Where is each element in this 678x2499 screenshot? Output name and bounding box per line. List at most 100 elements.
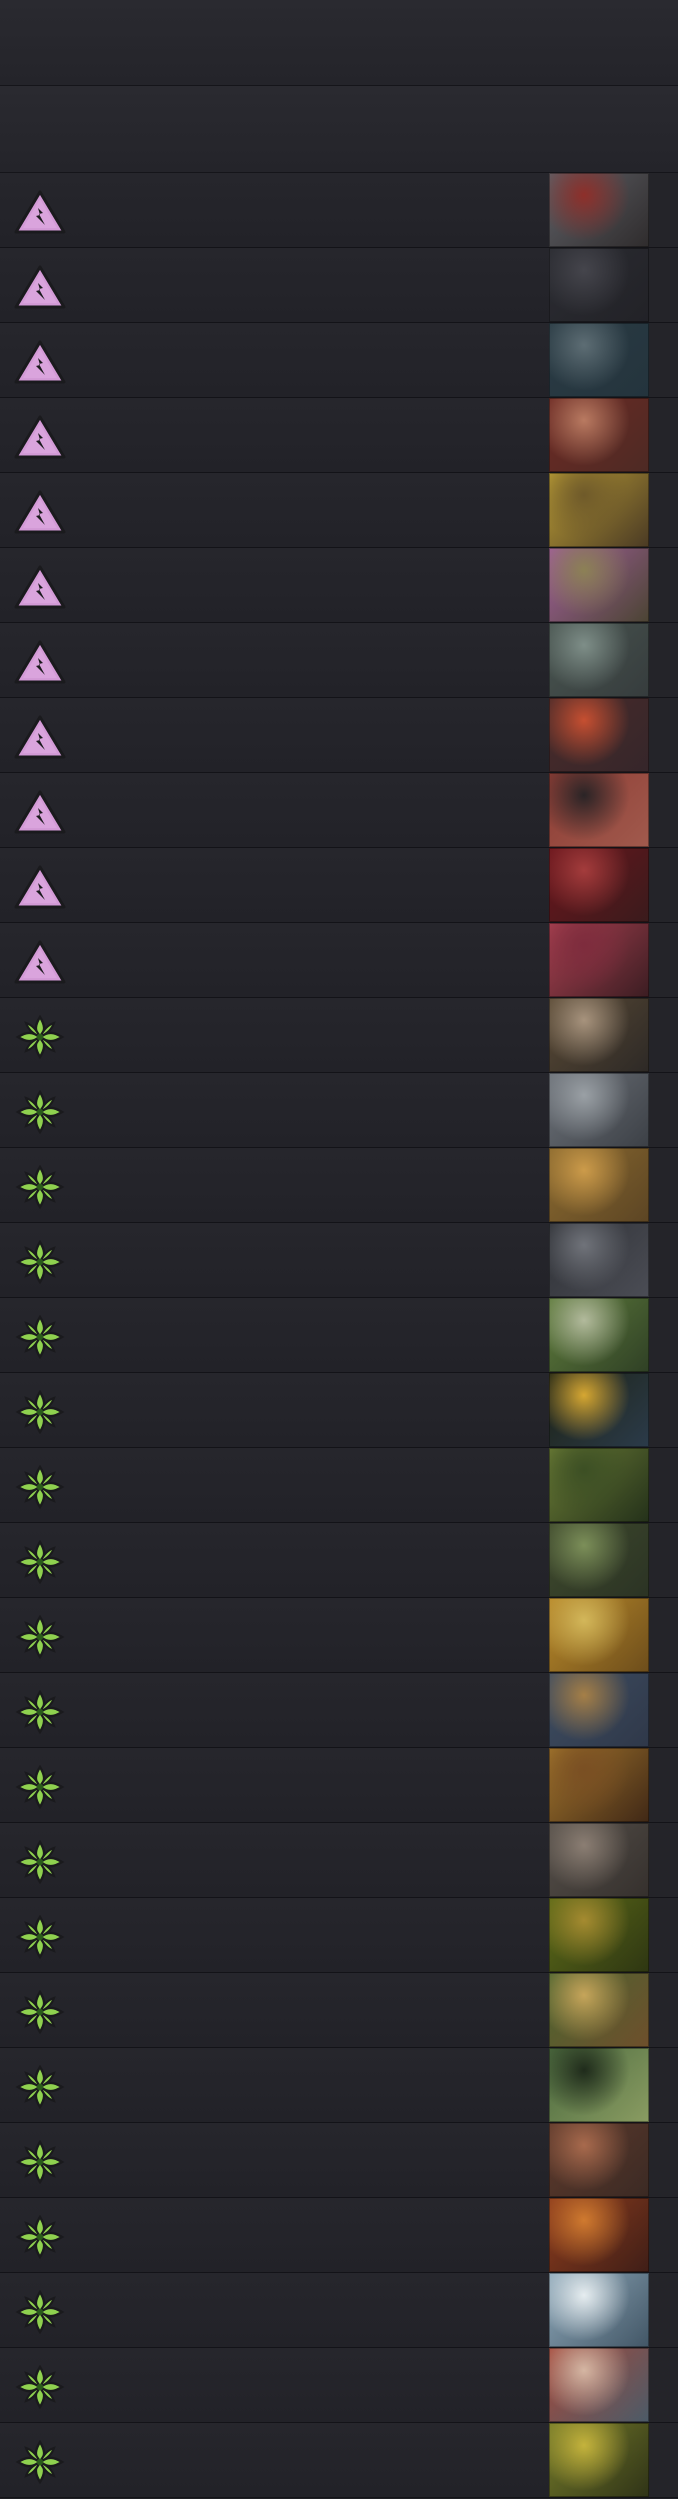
artwork-thumbnail	[549, 1223, 649, 1297]
right-gutter	[649, 698, 678, 772]
right-gutter	[649, 1673, 678, 1747]
right-gutter	[649, 1898, 678, 1972]
list-item[interactable]	[0, 1448, 678, 1523]
list-item[interactable]	[0, 1298, 678, 1373]
right-gutter	[649, 2273, 678, 2347]
list-item[interactable]	[0, 773, 678, 848]
list-item[interactable]	[0, 698, 678, 773]
green-leaf-cross-icon	[14, 1840, 66, 1884]
green-leaf-cross-icon	[14, 1615, 66, 1659]
list-item[interactable]	[0, 848, 678, 923]
artwork-thumbnail	[549, 1298, 649, 1372]
artwork-thumbnail	[549, 998, 649, 1072]
right-gutter	[649, 1823, 678, 1897]
mountain-triangle-icon	[14, 265, 66, 309]
artwork-thumbnail	[549, 2423, 649, 2497]
green-leaf-cross-icon	[14, 1540, 66, 1584]
green-leaf-cross-icon	[14, 2065, 66, 2109]
list-item[interactable]	[0, 323, 678, 398]
mountain-triangle-icon	[14, 715, 66, 759]
artwork-thumbnail	[549, 2348, 649, 2422]
artwork-thumbnail	[549, 1898, 649, 1972]
artwork-thumbnail	[549, 398, 649, 472]
green-leaf-cross-icon	[14, 1990, 66, 2034]
green-leaf-cross-icon	[14, 2440, 66, 2484]
right-gutter	[649, 848, 678, 922]
list-item[interactable]	[0, 1598, 678, 1673]
list-item[interactable]	[0, 1523, 678, 1598]
list-item[interactable]	[0, 2273, 678, 2348]
green-leaf-cross-icon	[14, 1240, 66, 1284]
artwork-thumbnail	[549, 323, 649, 397]
list-item[interactable]	[0, 1748, 678, 1823]
list-item[interactable]	[0, 2048, 678, 2123]
artwork-thumbnail	[549, 1673, 649, 1747]
mountain-triangle-icon	[14, 865, 66, 909]
right-gutter	[649, 2198, 678, 2272]
green-leaf-cross-icon	[14, 1090, 66, 1134]
second-header-band	[0, 86, 678, 173]
artwork-thumbnail	[549, 2198, 649, 2272]
list-item[interactable]	[0, 548, 678, 623]
list-item[interactable]	[0, 1148, 678, 1223]
list-item[interactable]	[0, 1898, 678, 1973]
artwork-thumbnail	[549, 1148, 649, 1222]
list-item[interactable]	[0, 2423, 678, 2498]
list-item[interactable]	[0, 248, 678, 323]
right-gutter	[649, 1223, 678, 1297]
artwork-thumbnail	[549, 1748, 649, 1822]
artwork-thumbnail	[549, 2048, 649, 2122]
right-gutter	[649, 2048, 678, 2122]
list-item[interactable]	[0, 1373, 678, 1448]
artwork-thumbnail	[549, 2273, 649, 2347]
artwork-thumbnail	[549, 1073, 649, 1147]
artwork-thumbnail	[549, 1523, 649, 1597]
artwork-thumbnail	[549, 1598, 649, 1672]
green-leaf-cross-icon	[14, 1015, 66, 1059]
right-gutter	[649, 1448, 678, 1522]
artwork-thumbnail	[549, 473, 649, 547]
mountain-triangle-icon	[14, 565, 66, 609]
list-item[interactable]	[0, 473, 678, 548]
right-gutter	[649, 323, 678, 397]
right-gutter	[649, 1073, 678, 1147]
green-leaf-cross-icon	[14, 1465, 66, 1509]
artwork-thumbnail	[549, 1448, 649, 1522]
artwork-thumbnail	[549, 173, 649, 247]
right-gutter	[649, 248, 678, 322]
right-gutter	[649, 1973, 678, 2047]
mountain-triangle-icon	[14, 490, 66, 534]
list-item[interactable]	[0, 1223, 678, 1298]
artwork-thumbnail	[549, 848, 649, 922]
mountain-triangle-icon	[14, 340, 66, 384]
right-gutter	[649, 1373, 678, 1447]
list-item[interactable]	[0, 1973, 678, 2048]
mountain-triangle-icon	[14, 640, 66, 684]
right-gutter	[649, 173, 678, 247]
right-gutter	[649, 1598, 678, 1672]
list-item[interactable]	[0, 998, 678, 1073]
right-gutter	[649, 2348, 678, 2422]
right-gutter	[649, 473, 678, 547]
list-item[interactable]	[0, 623, 678, 698]
list-item[interactable]	[0, 1073, 678, 1148]
list-item[interactable]	[0, 923, 678, 998]
list-item[interactable]	[0, 1823, 678, 1898]
artwork-thumbnail	[549, 548, 649, 622]
list-item[interactable]	[0, 2198, 678, 2273]
green-leaf-cross-icon	[14, 1915, 66, 1959]
artwork-thumbnail	[549, 1373, 649, 1447]
right-gutter	[649, 398, 678, 472]
list-item[interactable]	[0, 1673, 678, 1748]
mountain-triangle-icon	[14, 415, 66, 459]
list-item[interactable]	[0, 398, 678, 473]
green-leaf-cross-icon	[14, 2290, 66, 2334]
mountain-triangle-icon	[14, 790, 66, 834]
artwork-thumbnail	[549, 248, 649, 322]
list-item[interactable]	[0, 2348, 678, 2423]
right-gutter	[649, 548, 678, 622]
right-gutter	[649, 2123, 678, 2197]
right-gutter	[649, 1298, 678, 1372]
list-item[interactable]	[0, 173, 678, 248]
list-item[interactable]	[0, 2123, 678, 2198]
